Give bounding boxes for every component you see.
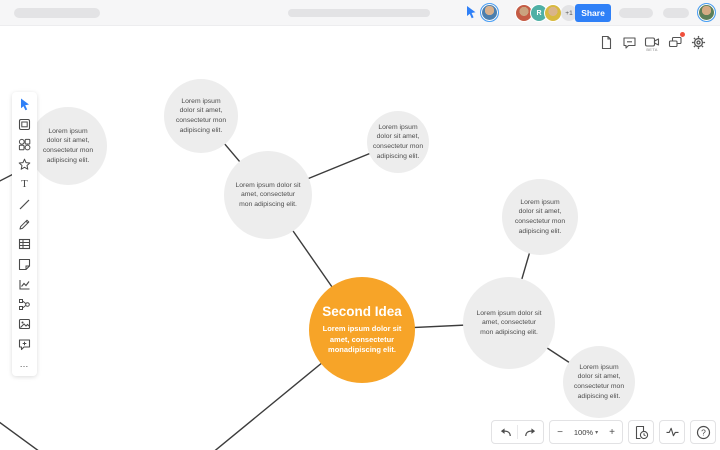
help-group: ?: [690, 420, 716, 444]
mindmap-node[interactable]: Lorem ipsum dolor sit amet, consectetur …: [463, 277, 555, 369]
whiteboard-canvas[interactable]: Lorem ipsum dolor sit amet, consectetur …: [0, 0, 720, 450]
pencil-icon: [19, 219, 30, 229]
image-tool-button[interactable]: [12, 314, 37, 334]
present-screens-button[interactable]: [665, 32, 685, 52]
sticky-note-tool-button[interactable]: [12, 254, 37, 274]
avatar-collaborator-4[interactable]: [544, 4, 562, 22]
activity-group: [659, 420, 685, 444]
add-comment-tool-button[interactable]: [12, 334, 37, 354]
chart-tool-button[interactable]: [12, 274, 37, 294]
mindmap-node[interactable]: Lorem ipsum dolor sit amet, consectetur …: [224, 151, 312, 239]
mindmap-tool-button[interactable]: [12, 294, 37, 314]
document-title-placeholder: [14, 8, 100, 18]
svg-text:?: ?: [701, 427, 706, 437]
collaborator-cursor-icon: [465, 5, 477, 24]
mindmap-node-text: Lorem ipsum dolor sit amet, consectetur …: [175, 97, 227, 134]
line-icon: [19, 199, 30, 209]
settings-button[interactable]: [688, 32, 708, 52]
center-node[interactable]: Second Idea Lorem ipsum dolor sit amet, …: [309, 277, 415, 383]
mindmap-node-text: Lorem ipsum dolor sit amet, consectetur …: [514, 198, 566, 235]
tool-palette: T …: [12, 92, 37, 376]
zoom-in-button[interactable]: +: [602, 420, 622, 444]
version-history-group: [628, 420, 654, 444]
version-history-button[interactable]: [629, 420, 653, 444]
help-button[interactable]: ?: [691, 420, 715, 444]
menu-placeholder-2: [663, 8, 689, 18]
beta-tag: BETA: [646, 47, 658, 52]
breadcrumb-placeholder: [288, 9, 430, 17]
table-icon: [18, 238, 31, 250]
canvas-action-bar: BETA: [596, 32, 708, 52]
comment-plus-icon: [18, 338, 31, 350]
image-icon: [18, 318, 31, 330]
redo-icon: [524, 428, 535, 436]
gear-icon: [691, 35, 705, 49]
more-tools-button[interactable]: …: [12, 354, 37, 374]
menu-placeholder-1: [619, 8, 653, 18]
chevron-down-icon: ▾: [595, 429, 599, 436]
question-mark-icon: ?: [696, 425, 710, 439]
activity-button[interactable]: [660, 420, 684, 444]
history-group: [491, 420, 544, 444]
cursor-icon: [21, 98, 29, 111]
redo-button[interactable]: [518, 420, 543, 444]
mindmap-node-text: Lorem ipsum dolor sit amet, consectetur …: [42, 127, 94, 164]
center-node-title: Second Idea: [322, 303, 402, 319]
mindmap-node-text: Lorem ipsum dolor sit amet, consectetur …: [372, 123, 424, 160]
sticky-note-icon: [18, 258, 31, 270]
chart-icon: [19, 279, 30, 290]
shapes-icon: [18, 138, 31, 150]
shapes-tool-button[interactable]: [12, 134, 37, 154]
select-tool-button[interactable]: [12, 94, 37, 114]
document-history-icon: [635, 425, 648, 439]
export-page-button[interactable]: [596, 32, 616, 52]
star-tool-button[interactable]: [12, 154, 37, 174]
top-bar: R +1 Share: [0, 0, 720, 26]
screens-icon: [668, 36, 682, 48]
video-call-button[interactable]: BETA: [642, 32, 662, 52]
canvas-controls: − 100% ▾ + ?: [491, 420, 716, 444]
mindmap-node-text: Lorem ipsum dolor sit amet, consectetur …: [573, 363, 625, 400]
zoom-group: − 100% ▾ +: [549, 420, 623, 444]
mindmap-node[interactable]: Lorem ipsum dolor sit amet, consectetur …: [563, 346, 635, 418]
mindmap-node[interactable]: Lorem ipsum dolor sit amet, consectetur …: [502, 179, 578, 255]
pen-tool-button[interactable]: [12, 214, 37, 234]
avatar-current-user[interactable]: [697, 3, 716, 22]
zoom-level-value: 100%: [573, 427, 594, 437]
text-tool-button[interactable]: T: [12, 174, 37, 194]
comment-icon: [622, 36, 636, 49]
mindmap-node[interactable]: Lorem ipsum dolor sit amet, consectetur …: [367, 111, 429, 173]
frame-icon: [18, 118, 31, 130]
star-icon: [18, 158, 31, 170]
undo-icon: [500, 428, 511, 436]
mindmap-node[interactable]: Lorem ipsum dolor sit amet, consectetur …: [164, 79, 238, 153]
avatar-collaborator-1[interactable]: [480, 3, 499, 22]
zoom-level-dropdown[interactable]: 100% ▾: [570, 420, 602, 444]
share-button[interactable]: Share: [575, 4, 611, 22]
zoom-out-button[interactable]: −: [550, 420, 570, 444]
comments-button[interactable]: [619, 32, 639, 52]
notification-dot: [680, 32, 685, 37]
line-tool-button[interactable]: [12, 194, 37, 214]
activity-pulse-icon: [666, 427, 678, 437]
frame-tool-button[interactable]: [12, 114, 37, 134]
mindmap-node[interactable]: Lorem ipsum dolor sit amet, consectetur …: [29, 107, 107, 185]
table-tool-button[interactable]: [12, 234, 37, 254]
mindmap-icon: [19, 298, 30, 310]
undo-button[interactable]: [492, 420, 517, 444]
mindmap-node-text: Lorem ipsum dolor sit amet, consectetur …: [235, 181, 301, 208]
page-icon: [601, 35, 611, 49]
mindmap-node-text: Lorem ipsum dolor sit amet, consectetur …: [476, 309, 542, 336]
center-node-body: Lorem ipsum dolor sit amet, consectetur …: [322, 323, 402, 355]
